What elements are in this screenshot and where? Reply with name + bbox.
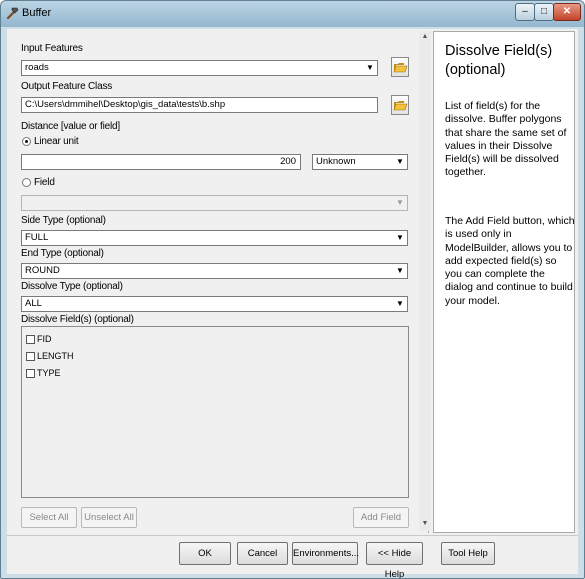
select-all-button[interactable]: Select All [21,507,77,528]
unselect-all-button[interactable]: Unselect All [81,507,137,528]
chevron-down-icon[interactable]: ▼ [394,265,406,277]
help-paragraph-1: List of field(s) for the dissolve. Buffe… [445,100,567,179]
dissolve-type-value: ALL [25,298,42,309]
environments-button[interactable]: Environments... [292,542,359,565]
hammer-icon [6,7,19,20]
tool-help-button[interactable]: Tool Help [441,542,495,565]
open-folder-icon [393,63,408,73]
side-type-label: Side Type (optional) [21,215,106,226]
help-panel: Dissolve Field(s) (optional) List of fie… [433,31,575,533]
distance-value-input[interactable]: 200 [21,154,301,170]
field-radio[interactable] [22,178,31,187]
type-checkbox[interactable] [26,369,35,378]
side-type-value: FULL [25,232,49,243]
distance-unit-value: Unknown [316,156,356,167]
field-radio-label: Field [34,177,55,188]
buffer-dialog-window: Buffer – □ ✕ Input Features roads ▼ Outp… [0,0,585,579]
output-feature-class-browse-button[interactable] [391,95,409,115]
cancel-button[interactable]: Cancel [237,542,288,565]
help-title: Dissolve Field(s) (optional) [445,43,553,78]
end-type-value: ROUND [25,265,60,276]
linear-unit-label: Linear unit [34,136,79,147]
input-features-combobox[interactable]: roads ▼ [21,60,378,76]
add-field-button[interactable]: Add Field [353,507,409,528]
input-features-browse-button[interactable] [391,57,409,77]
distance-field-select: ▼ [21,195,408,211]
chevron-down-icon[interactable]: ▼ [394,156,406,168]
minimize-button[interactable]: – [515,3,535,21]
dissolve-fields-list: FID LENGTH TYPE [21,326,409,498]
output-feature-class-value: C:\Users\dmmihel\Desktop\gis_data\tests\… [25,99,226,110]
length-checkbox[interactable] [26,352,35,361]
type-label: TYPE [37,368,61,378]
linear-unit-radio[interactable] [22,137,31,146]
distance-label: Distance [value or field] [21,121,120,132]
end-type-select[interactable]: ROUND ▼ [21,263,408,279]
scroll-down-arrow-icon[interactable]: ▼ [420,519,430,529]
length-label: LENGTH [37,351,74,361]
dissolve-fields-label: Dissolve Field(s) (optional) [21,314,134,325]
chevron-down-icon: ▼ [396,198,404,207]
distance-value: 200 [280,156,296,167]
fid-label: FID [37,334,52,344]
chevron-down-icon[interactable]: ▼ [394,232,406,244]
side-type-select[interactable]: FULL ▼ [21,230,408,246]
dissolve-type-label: Dissolve Type (optional) [21,281,123,292]
end-type-label: End Type (optional) [21,248,104,259]
output-feature-class-input[interactable]: C:\Users\dmmihel\Desktop\gis_data\tests\… [21,97,378,113]
open-folder-icon [393,101,408,111]
title-bar[interactable]: Buffer – □ ✕ [1,1,584,27]
distance-unit-select[interactable]: Unknown ▼ [312,154,408,170]
chevron-down-icon[interactable]: ▼ [394,298,406,310]
dialog-footer: OK Cancel Environments... << Hide Help T… [7,535,578,578]
dialog-body: Input Features roads ▼ Output Feature Cl… [7,29,578,535]
input-features-label: Input Features [21,43,83,54]
input-features-value: roads [25,62,49,73]
parameters-panel: Input Features roads ▼ Output Feature Cl… [14,31,429,533]
chevron-down-icon[interactable]: ▼ [364,62,376,74]
close-button[interactable]: ✕ [553,3,581,21]
help-paragraph-2: The Add Field button, which is used only… [445,215,575,307]
parameters-scrollbar[interactable]: ▲ ▼ [419,31,431,531]
hide-help-button[interactable]: << Hide Help [366,542,423,578]
output-feature-class-label: Output Feature Class [21,81,113,92]
ok-button[interactable]: OK [179,542,231,565]
window-title: Buffer [22,7,52,19]
maximize-button[interactable]: □ [534,3,554,21]
scroll-up-arrow-icon[interactable]: ▲ [420,32,430,42]
dissolve-type-select[interactable]: ALL ▼ [21,296,408,312]
fid-checkbox[interactable] [26,335,35,344]
